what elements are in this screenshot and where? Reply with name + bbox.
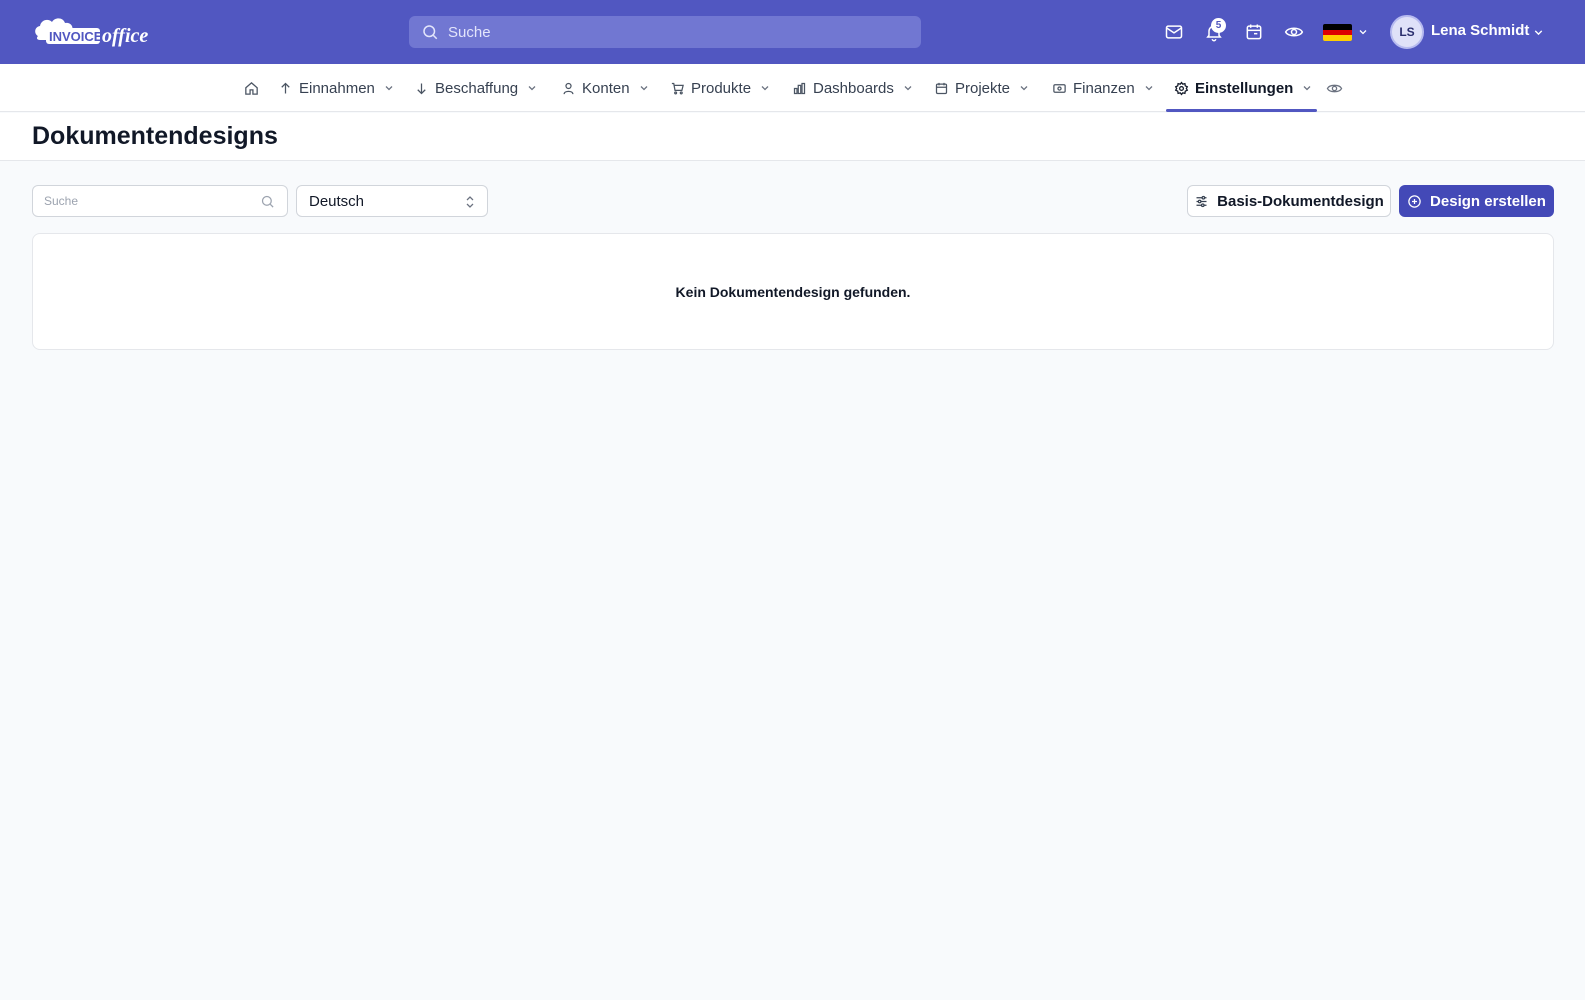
chevron-down-icon <box>385 86 393 91</box>
design-search[interactable] <box>32 185 288 217</box>
chevron-down-icon[interactable] <box>1532 26 1545 39</box>
nav-label: Produkte <box>691 79 752 97</box>
create-design-button[interactable]: Design erstellen <box>1399 185 1554 217</box>
nav-produkte[interactable]: Produkte <box>670 64 771 112</box>
sliders-icon <box>1196 195 1207 207</box>
search-icon <box>261 195 274 208</box>
notification-badge: 5 <box>1211 18 1226 33</box>
page-title: Dokumentendesigns <box>32 122 278 150</box>
page-header: Dokumentendesigns <box>0 113 1585 161</box>
nav-home[interactable] <box>243 64 260 112</box>
language-flag-de[interactable] <box>1323 24 1352 41</box>
calendar-icon[interactable] <box>1242 20 1266 44</box>
nav-label: Finanzen <box>1073 79 1135 97</box>
svg-text:office: office <box>102 25 148 47</box>
invoice-office-logo[interactable]: INVOICE office <box>32 14 174 50</box>
user-icon <box>563 82 574 94</box>
nav-konten[interactable]: Konten <box>561 64 650 112</box>
avatar[interactable]: LS <box>1390 15 1424 49</box>
chevron-down-icon <box>528 86 536 91</box>
language-select-value: Deutsch <box>309 192 365 210</box>
cart-icon <box>671 82 684 94</box>
eye-icon[interactable] <box>1282 20 1306 44</box>
nav-label: Projekte <box>955 79 1011 97</box>
select-arrows-icon <box>466 196 474 208</box>
nav-label: Einnahmen <box>299 79 375 97</box>
user-name[interactable]: Lena Schmidt <box>1431 22 1529 39</box>
top-bar: INVOICE office Suche 5 LS Lena Schmidt <box>0 0 1585 64</box>
plus-circle-icon <box>1408 194 1421 208</box>
search-input[interactable] <box>33 186 253 216</box>
nav-label: Konten <box>582 79 630 97</box>
chevron-down-icon <box>1303 86 1311 91</box>
svg-text:INVOICE: INVOICE <box>49 29 103 44</box>
chevron-down-icon <box>1145 86 1153 91</box>
arrow-up-icon <box>281 82 290 93</box>
designs-list-panel: Kein Dokumentendesign gefunden. <box>32 233 1554 350</box>
eye-icon <box>1326 84 1343 92</box>
basis-dokumentdesign-button[interactable]: Basis-Dokumentdesign <box>1187 185 1391 217</box>
chevron-down-icon <box>904 86 912 91</box>
chevron-down-icon <box>1020 86 1028 91</box>
money-icon <box>1053 83 1066 93</box>
chevron-down-icon[interactable] <box>1357 26 1369 38</box>
nav-einstellungen[interactable]: Einstellungen <box>1174 64 1313 112</box>
nav-label: Einstellungen <box>1195 79 1294 97</box>
chevron-down-icon <box>640 86 647 91</box>
gear-icon <box>1174 81 1189 95</box>
calendar-icon <box>935 82 948 94</box>
global-search-placeholder: Suche <box>448 23 491 41</box>
main-nav: Einnahmen Beschaffung Konten Produkte Da… <box>0 64 1585 112</box>
nav-einnahmen[interactable]: Einnahmen <box>278 64 395 112</box>
chevron-down-icon <box>761 86 769 91</box>
empty-state-message: Kein Dokumentendesign gefunden. <box>675 283 911 300</box>
bar-chart-icon <box>793 82 806 94</box>
arrow-down-icon <box>417 83 426 94</box>
nav-preview[interactable] <box>1326 64 1343 112</box>
search-icon <box>423 25 438 40</box>
nav-dashboards[interactable]: Dashboards <box>792 64 914 112</box>
mail-icon[interactable] <box>1162 20 1186 44</box>
home-icon <box>245 81 258 95</box>
nav-projekte[interactable]: Projekte <box>934 64 1030 112</box>
nav-label: Beschaffung <box>435 79 519 97</box>
language-select[interactable]: Deutsch <box>296 185 488 217</box>
create-button-label: Design erstellen <box>1430 192 1546 210</box>
global-search[interactable]: Suche <box>409 16 921 48</box>
nav-finanzen[interactable]: Finanzen <box>1052 64 1155 112</box>
active-tab-indicator <box>1166 109 1317 112</box>
nav-beschaffung[interactable]: Beschaffung <box>414 64 538 112</box>
nav-label: Dashboards <box>813 79 894 97</box>
basis-button-label: Basis-Dokumentdesign <box>1217 192 1384 210</box>
